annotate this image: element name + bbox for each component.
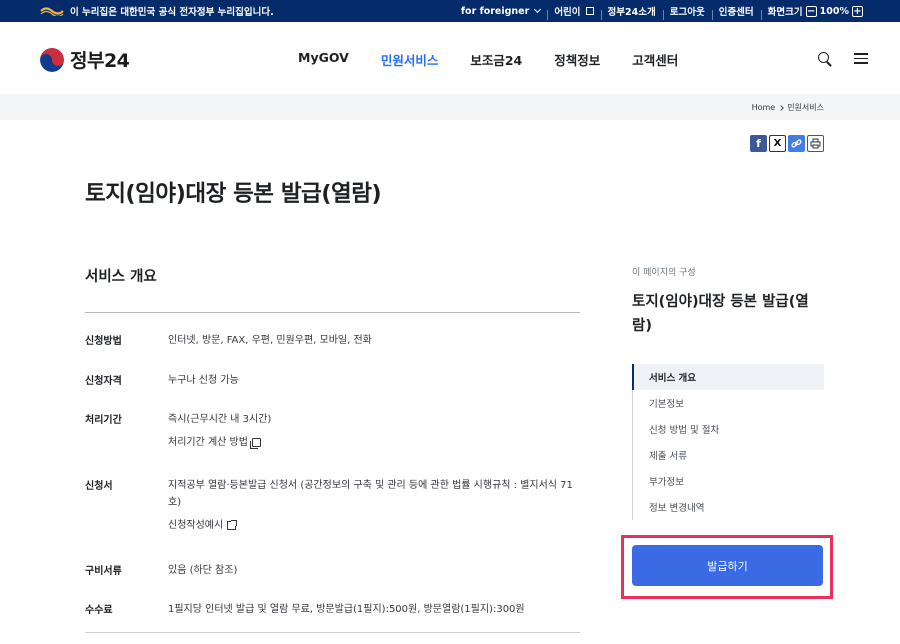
- row-key: 신청서: [85, 481, 113, 492]
- nav-policy-info[interactable]: 정책정보: [538, 50, 616, 69]
- breadcrumb-bar: Home 민원서비스: [0, 94, 900, 120]
- copy-icon: [249, 438, 261, 449]
- menu-icon[interactable]: [854, 52, 868, 65]
- form-example-link[interactable]: 신청작성예시: [168, 517, 578, 534]
- page-toc: 서비스 개요 기본정보 신청 방법 및 절차 제출 서류 부가정보 정보 변경내…: [632, 364, 824, 520]
- toc-item-basic-info[interactable]: 기본정보: [633, 390, 824, 416]
- toc-title: 토지(임야)대장 등본 발급(열람): [632, 294, 809, 334]
- logo-text: 정부24: [70, 50, 130, 72]
- foreigner-link[interactable]: for foreigner: [454, 6, 547, 17]
- chevron-down-icon: [534, 5, 542, 14]
- external-link-icon: [227, 520, 238, 530]
- site-logo[interactable]: 정부24: [40, 46, 130, 73]
- row-key: 처리기간: [85, 415, 122, 426]
- row-value: 즉시(근무시간 내 3시간): [168, 414, 272, 425]
- nav-customer-center[interactable]: 고객센터: [616, 50, 694, 69]
- external-link-icon: [585, 7, 594, 15]
- nav-subsidy24[interactable]: 보조금24: [454, 50, 538, 69]
- cert-center-link[interactable]: 인증센터: [711, 4, 761, 20]
- row-key: 신청방법: [85, 336, 122, 347]
- share-toolbar: f X: [750, 135, 824, 152]
- breadcrumb: Home 민원서비스: [752, 102, 824, 113]
- chevron-right-icon: [778, 104, 785, 111]
- divider: [85, 632, 580, 633]
- site-header: 정부24 MyGOV 민원서비스 보조금24 정책정보 고객센터: [0, 22, 900, 94]
- toc-item-change-history[interactable]: 정보 변경내역: [633, 494, 824, 520]
- breadcrumb-home[interactable]: Home: [752, 103, 776, 112]
- row-value: 누구나 신청 가능: [168, 375, 239, 386]
- processing-time-calc-link[interactable]: 처리기간 계산 방법: [168, 434, 578, 451]
- breadcrumb-current[interactable]: 민원서비스: [787, 102, 824, 113]
- zoom-out-button[interactable]: −: [805, 5, 817, 17]
- taegeuk-logo-icon: [40, 47, 64, 72]
- toc-item-overview[interactable]: 서비스 개요: [632, 364, 824, 390]
- nav-civil-service[interactable]: 민원서비스: [365, 50, 455, 69]
- divider: [85, 312, 580, 313]
- row-value: 지적공부 열람·등본발급 신청서 (공간정보의 구축 및 관리 등에 관한 법률…: [168, 480, 573, 508]
- kids-link[interactable]: 어린이: [547, 4, 600, 20]
- overview-title: 서비스 개요: [85, 269, 157, 285]
- zoom-value: 100%: [819, 5, 849, 17]
- toc-caption: 이 페이지의 구성: [632, 268, 696, 278]
- logout-link[interactable]: 로그아웃: [662, 4, 712, 20]
- x-share-icon[interactable]: X: [769, 135, 786, 152]
- zoom-in-button[interactable]: +: [852, 5, 863, 17]
- gov-notice-text: 이 누리집은 대한민국 공식 전자정부 누리집입니다.: [70, 7, 274, 18]
- search-icon[interactable]: [818, 52, 832, 66]
- toc-item-extra-info[interactable]: 부가정보: [633, 468, 824, 494]
- page-title: 토지(임야)대장 등본 발급(열람): [85, 181, 382, 207]
- row-value: 인터넷, 방문, FAX, 우편, 민원우편, 모바일, 전화: [168, 335, 372, 346]
- toc-item-documents[interactable]: 제출 서류: [633, 442, 824, 468]
- facebook-share-icon[interactable]: f: [750, 135, 767, 152]
- link-copy-icon[interactable]: [788, 135, 805, 152]
- issue-button[interactable]: 발급하기: [632, 545, 823, 586]
- about-link[interactable]: 정부24소개: [600, 4, 663, 20]
- nav-mygov[interactable]: MyGOV: [282, 50, 365, 69]
- row-key: 구비서류: [85, 566, 122, 577]
- toc-item-method-procedure[interactable]: 신청 방법 및 절차: [633, 416, 824, 442]
- gov-emblem-icon: [40, 6, 64, 16]
- zoom-label: 화면크기: [767, 7, 803, 18]
- gov-banner: 이 누리집은 대한민국 공식 전자정부 누리집입니다. for foreigne…: [0, 0, 900, 22]
- main-nav: MyGOV 민원서비스 보조금24 정책정보 고객센터: [282, 50, 694, 69]
- row-value: 있음 (하단 참조): [168, 565, 238, 576]
- row-key: 수수료: [85, 605, 113, 616]
- print-icon[interactable]: [807, 135, 824, 152]
- row-key: 신청자격: [85, 376, 122, 387]
- row-value: 1필지당 인터넷 발급 및 열람 무료, 방문발급(1필지):500원, 방문열…: [168, 604, 525, 615]
- zoom-control: 화면크기 − 100% +: [760, 4, 870, 20]
